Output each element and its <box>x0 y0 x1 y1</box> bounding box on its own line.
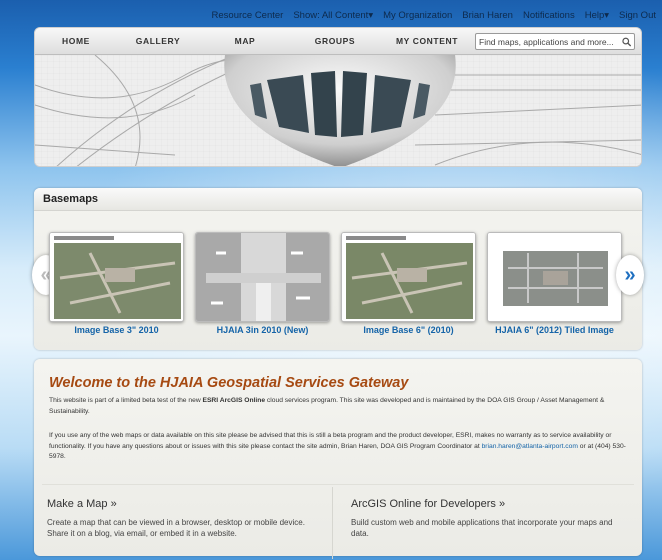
top-links-bar: Resource Center Show: All Content▾ My Or… <box>200 10 656 26</box>
main-nav: HOME GALLERY MAP GROUPS MY CONTENT <box>35 28 641 55</box>
help-dropdown[interactable]: Help▾ <box>585 10 609 26</box>
section-separator <box>42 484 634 485</box>
search-input[interactable] <box>479 36 622 47</box>
make-a-map-text: Create a map that can be viewed in a bro… <box>47 518 305 538</box>
developers-link[interactable]: ArcGIS Online for Developers » <box>351 498 505 510</box>
nav-groups[interactable]: GROUPS <box>291 36 379 46</box>
my-organization-link[interactable]: My Organization <box>383 10 452 26</box>
basemap-thumbnail-4[interactable] <box>487 232 622 322</box>
disclaimer-paragraph: If you use any of the web maps or data a… <box>49 431 627 463</box>
resource-center-link[interactable]: Resource Center <box>212 10 284 26</box>
basemap-thumbnail-3[interactable] <box>341 232 476 322</box>
notifications-link[interactable]: Notifications <box>523 10 575 26</box>
basemaps-heading: Basemaps <box>34 188 642 211</box>
next-arrow-icon[interactable]: » <box>616 255 644 295</box>
nav-gallery[interactable]: GALLERY <box>117 36 199 46</box>
column-divider <box>332 487 333 559</box>
site-header: HOME GALLERY MAP GROUPS MY CONTENT <box>34 27 642 167</box>
user-name-link[interactable]: Brian Haren <box>462 10 513 26</box>
welcome-panel: Welcome to the HJAIA Geospatial Services… <box>34 359 642 559</box>
nav-home[interactable]: HOME <box>35 36 117 46</box>
search-icon[interactable] <box>621 37 631 47</box>
intro-text-bold: ESRI ArcGIS Online <box>202 397 266 404</box>
basemap-title-2[interactable]: HJAIA 3in 2010 (New) <box>195 325 330 335</box>
make-a-map-link[interactable]: Make a Map » <box>47 498 117 510</box>
basemap-title-1[interactable]: Image Base 3" 2010 <box>49 325 184 335</box>
sign-out-link[interactable]: Sign Out <box>619 10 656 26</box>
basemap-thumbnail-1[interactable] <box>49 232 184 322</box>
intro-paragraph: This website is part of a limited beta t… <box>49 396 627 417</box>
basemap-title-4[interactable]: HJAIA 6" (2012) Tiled Image <box>487 325 622 335</box>
welcome-title: Welcome to the HJAIA Geospatial Services… <box>49 375 409 391</box>
basemaps-panel: Basemaps « » Image Base 3" 2010 HJAIA 3i… <box>32 188 644 350</box>
basemap-title-3[interactable]: Image Base 6" (2010) <box>341 325 476 335</box>
admin-email-link[interactable]: brian.haren@atlanta-airport.com <box>482 443 578 450</box>
search-box <box>475 33 635 50</box>
show-content-dropdown[interactable]: Show: All Content▾ <box>293 10 373 26</box>
nav-map[interactable]: MAP <box>199 36 291 46</box>
nav-my-content[interactable]: MY CONTENT <box>379 36 475 46</box>
intro-text-a: This website is part of a limited beta t… <box>49 397 203 404</box>
basemap-thumbnail-2[interactable] <box>195 232 330 322</box>
developers-text: Build custom web and mobile applications… <box>351 518 613 538</box>
airport-banner-image <box>35 55 641 166</box>
